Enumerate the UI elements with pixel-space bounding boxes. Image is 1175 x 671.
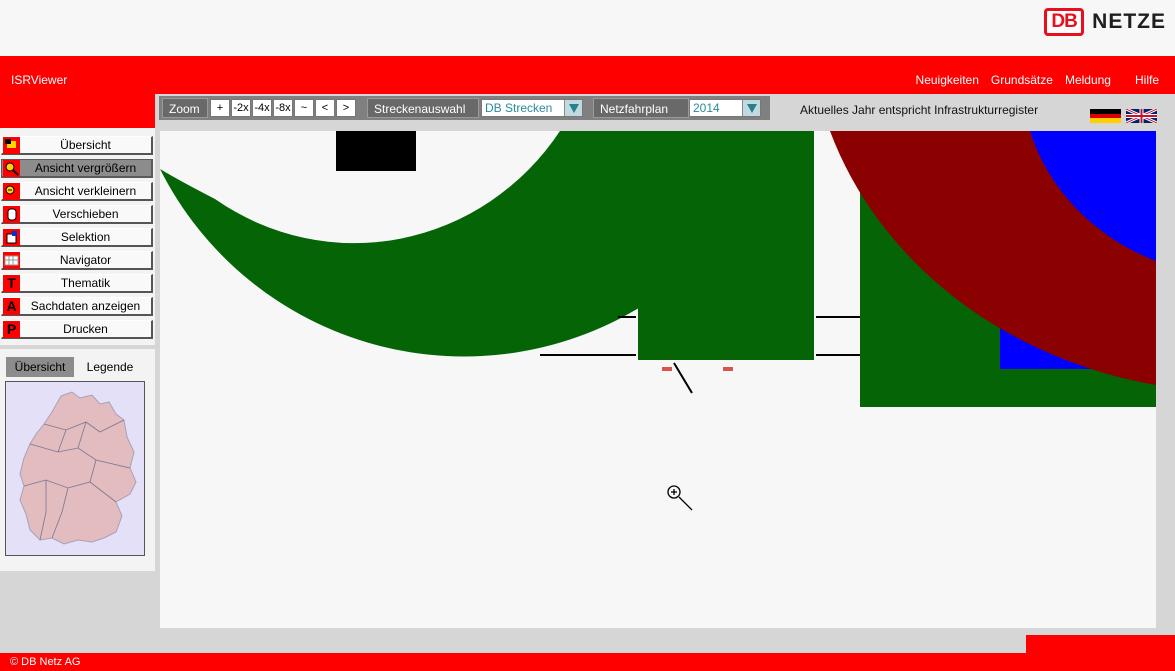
map-feature-green-rect	[638, 131, 814, 360]
netze-logo-text: NETZE	[1092, 10, 1166, 33]
menu-item-overview[interactable]: Übersicht	[1, 136, 153, 155]
menu-item-label: Drucken	[63, 322, 108, 336]
header-band: ISRViewer Neuigkeiten Grundsätze Meldung…	[0, 56, 1175, 94]
pan-back-button[interactable]: <	[315, 99, 335, 117]
navigator-icon	[3, 252, 20, 269]
db-logo-mark: DB	[1044, 8, 1085, 36]
de-flag-icon[interactable]	[1090, 109, 1121, 123]
print-icon: P	[3, 321, 20, 338]
germany-outline	[19, 391, 137, 545]
top-header: DB NETZE	[0, 0, 1175, 56]
status-bar	[0, 628, 1175, 653]
overview-icon	[3, 137, 20, 154]
menu-item-label: Thematik	[60, 276, 111, 290]
attribute-icon: A	[3, 298, 20, 315]
route-select-value: DB Strecken	[485, 101, 553, 115]
dropdown-arrow-icon[interactable]	[742, 100, 760, 116]
tool-menu: Übersicht Ansicht vergrößern Ansicht ver…	[0, 128, 155, 345]
select-icon	[3, 229, 20, 246]
timetable-select[interactable]: 2014	[689, 99, 761, 117]
map-viewport[interactable]	[160, 131, 1156, 628]
zoom-full-button[interactable]: ~	[294, 99, 314, 117]
status-message: Aktuelles Jahr entspricht Infrastrukturr…	[800, 103, 1039, 117]
zoom-out-4x-button[interactable]: -4x	[252, 99, 272, 117]
sidebar-header-block	[0, 94, 155, 128]
page: DB NETZE ISRViewer Neuigkeiten Grundsätz…	[0, 0, 1175, 671]
menu-item-zoom-out[interactable]: Ansicht verkleinern	[1, 182, 153, 201]
db-netze-logo: DB NETZE	[1044, 8, 1166, 36]
app-title: ISRViewer	[11, 73, 68, 87]
nav-link-hilfe[interactable]: Hilfe	[1135, 73, 1159, 87]
menu-item-label: Navigator	[59, 253, 112, 267]
top-nav: Neuigkeiten Grundsätze Meldung Hilfe	[916, 73, 1175, 87]
nav-link-grundsaetze[interactable]: Grundsätze	[991, 73, 1053, 87]
uk-flag-icon[interactable]	[1126, 109, 1157, 123]
copyright-text: © DB Netz AG	[10, 656, 81, 668]
overview-panel: Übersicht Legende	[0, 349, 155, 571]
menu-item-selection[interactable]: Selektion	[1, 228, 153, 247]
menu-item-zoom-in[interactable]: Ansicht vergrößern	[1, 159, 153, 178]
pan-forward-button[interactable]: >	[336, 99, 356, 117]
hand-icon	[3, 206, 20, 223]
menu-item-attribute-data[interactable]: A Sachdaten anzeigen	[1, 297, 153, 316]
menu-item-label: Ansicht verkleinern	[34, 184, 137, 198]
menu-item-navigator[interactable]: Navigator	[1, 251, 153, 270]
zoom-cursor-icon	[667, 485, 693, 511]
menu-item-thematik[interactable]: T Thematik	[1, 274, 153, 293]
bottom-accent-block	[1026, 635, 1175, 653]
footer: © DB Netz AG	[0, 653, 1175, 671]
menu-item-pan[interactable]: Verschieben	[1, 205, 153, 224]
tab-legend[interactable]: Legende	[78, 357, 142, 377]
zoom-out-2x-button[interactable]: -2x	[231, 99, 251, 117]
menu-item-label: Selektion	[60, 230, 111, 244]
thematic-icon: T	[3, 275, 20, 292]
route-selection-label: Streckenauswahl	[367, 98, 479, 118]
zoom-in-icon	[3, 160, 20, 177]
map-marker	[662, 367, 672, 371]
overview-map[interactable]	[5, 381, 145, 556]
map-feature-black	[336, 131, 416, 171]
zoom-out-icon	[3, 183, 20, 200]
menu-item-label: Ansicht vergrößern	[34, 161, 137, 175]
map-marker	[723, 367, 733, 371]
map-toolbar: Zoom + -2x -4x -8x ~ < > Streckenauswahl…	[159, 96, 770, 120]
zoom-in-button[interactable]: +	[210, 99, 230, 117]
timetable-label: Netzfahrplan	[593, 98, 689, 118]
menu-item-label: Sachdaten anzeigen	[30, 299, 141, 313]
tab-overview[interactable]: Übersicht	[6, 357, 74, 377]
menu-item-label: Übersicht	[60, 138, 111, 152]
route-select[interactable]: DB Strecken	[481, 99, 583, 117]
nav-link-neuigkeiten[interactable]: Neuigkeiten	[916, 73, 979, 87]
zoom-label: Zoom	[162, 98, 208, 118]
nav-link-meldung[interactable]: Meldung	[1065, 73, 1111, 87]
timetable-select-value: 2014	[693, 101, 720, 115]
menu-item-print[interactable]: P Drucken	[1, 320, 153, 339]
menu-item-label: Verschieben	[52, 207, 119, 221]
zoom-out-8x-button[interactable]: -8x	[273, 99, 293, 117]
dropdown-arrow-icon[interactable]	[564, 100, 582, 116]
